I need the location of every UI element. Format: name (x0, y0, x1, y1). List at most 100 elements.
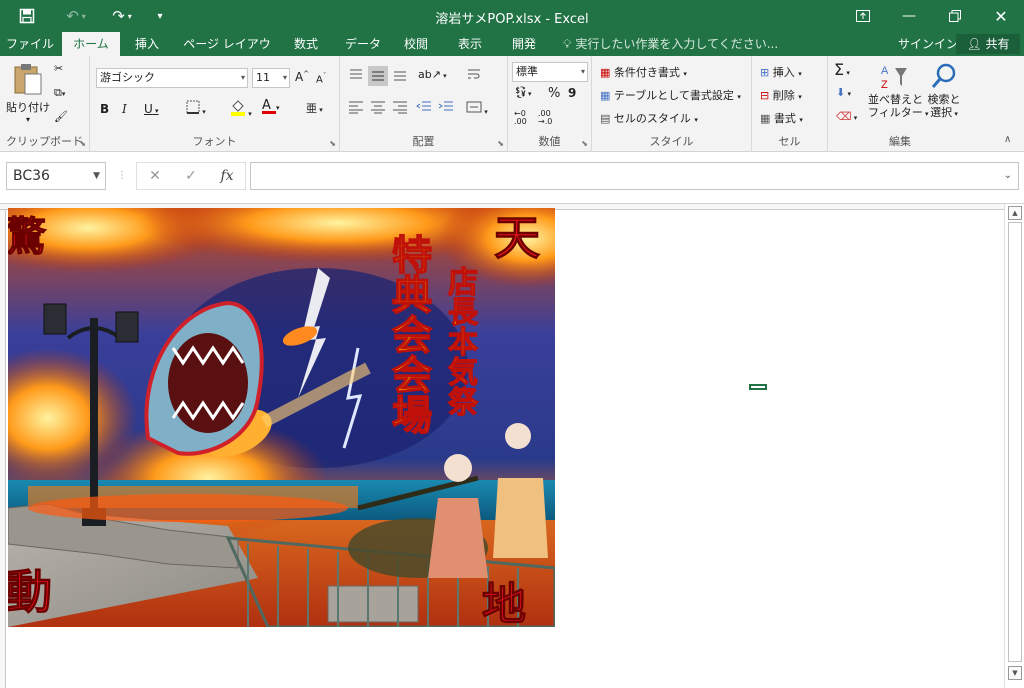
accounting-format-icon[interactable]: 💱︎▾ (514, 86, 531, 99)
insert-cells-button[interactable]: ⊞ 挿入 ▾ (760, 64, 802, 80)
enter-icon[interactable]: ✓ (176, 162, 206, 190)
percent-style-button[interactable]: % (548, 86, 560, 101)
group-label-editing: 編集 (889, 135, 911, 148)
italic-button[interactable]: I (122, 102, 127, 116)
borders-icon[interactable]: ▾ (186, 100, 206, 117)
active-cell-cursor (749, 384, 767, 390)
font-color-icon[interactable]: A (262, 98, 276, 114)
close-icon[interactable]: ✕ (978, 0, 1024, 32)
underline-button[interactable]: U ▾ (144, 102, 159, 116)
grow-font-button[interactable]: A^ (295, 70, 309, 84)
signin-link[interactable]: サインイン (898, 32, 958, 56)
bold-button[interactable]: B (100, 102, 109, 116)
svg-text:A: A (881, 65, 889, 77)
delete-cells-button[interactable]: ⊟ 削除 ▾ (760, 87, 802, 103)
group-editing: Σ ▾ ⬇ ▾ ⌫ ▾ AZ 並べ替えと フィルター ▾ 検索と 選択 ▾ 編集 (828, 56, 972, 152)
orientation-icon[interactable]: ab↗ ▾ (418, 68, 447, 81)
insert-function-button[interactable]: fx (212, 162, 242, 190)
font-color-dropdown-icon[interactable]: ▾ (276, 104, 280, 112)
scroll-thumb[interactable] (1008, 222, 1022, 662)
merge-center-icon[interactable]: ▾ (466, 100, 488, 117)
format-cells-button[interactable]: ▦ 書式 ▾ (760, 110, 803, 126)
svg-text:Z: Z (881, 79, 888, 90)
group-label-number: 数値 (538, 135, 561, 148)
save-icon[interactable] (14, 6, 40, 26)
clipboard-launcher-icon[interactable]: ⬊ (79, 139, 86, 148)
number-format-value: 標準 (516, 65, 538, 78)
tab-file[interactable]: ファイル (2, 32, 58, 56)
shrink-font-button[interactable]: Aˇ (316, 72, 326, 85)
tab-formulas[interactable]: 数式 (284, 32, 328, 56)
tab-developer[interactable]: 開発 (502, 32, 546, 56)
formula-bar-grip-icon: ⋮ (117, 170, 127, 181)
format-painter-icon[interactable]: 🖌︎ (54, 110, 68, 123)
cut-icon[interactable]: ✂ (54, 62, 63, 75)
align-center-icon[interactable] (370, 100, 386, 117)
copy-icon[interactable]: ⧉▾ (54, 86, 65, 100)
font-size-combo[interactable]: 11 ▾ (252, 68, 290, 88)
decrease-decimal-icon[interactable]: .00 →.0 (538, 110, 552, 126)
poster-corner-top-right: 天 (494, 211, 541, 266)
comma-style-button[interactable]: 9 (568, 86, 576, 100)
autosum-icon[interactable]: Σ ▾ (834, 60, 850, 79)
redo-icon[interactable]: ↷ ▾ (104, 6, 140, 26)
group-font: 游ゴシック ▾ 11 ▾ A^ Aˇ B I U ▾ ▾ ▾ A ▾ 亜 ▾ フォン… (90, 56, 340, 152)
align-right-icon[interactable] (392, 100, 408, 117)
decrease-indent-icon[interactable] (416, 100, 432, 117)
font-name-combo[interactable]: 游ゴシック ▾ (96, 68, 248, 88)
tab-data[interactable]: データ (336, 32, 390, 56)
clear-icon[interactable]: ⌫ ▾ (836, 110, 857, 123)
tab-page-layout[interactable]: ページ レイアウト (178, 32, 276, 75)
worksheet[interactable]: 驚 天 動 地 特典会会場 店長本気祭 ▲ ▼ (0, 204, 1024, 688)
scroll-up-icon[interactable]: ▲ (1008, 206, 1022, 220)
tell-me-box[interactable]: 💡︎ 実行したい作業を入力してください... (563, 32, 778, 56)
vertical-scrollbar[interactable]: ▲ ▼ (1004, 204, 1024, 688)
ribbon-display-options-icon[interactable] (840, 0, 886, 32)
increase-decimal-icon[interactable]: ←0.00 (514, 110, 527, 126)
align-top-icon[interactable] (348, 68, 364, 85)
conditional-formatting-button[interactable]: ▦ 条件付き書式 ▾ (600, 64, 687, 80)
cancel-icon[interactable]: ✕ (140, 162, 170, 190)
restore-icon[interactable] (932, 0, 978, 32)
align-bottom-icon[interactable] (392, 68, 408, 85)
formula-bar: BC36 ▼ ⋮ ✕ ✓ fx ⌄ (0, 152, 1024, 204)
group-cells: ⊞ 挿入 ▾ ⊟ 削除 ▾ ▦ 書式 ▾ セル (752, 56, 828, 152)
font-name-value: 游ゴシック (100, 71, 155, 84)
wrap-text-icon[interactable] (466, 68, 482, 85)
find-select-button[interactable]: 検索と 選択 ▾ (924, 62, 964, 121)
undo-icon[interactable]: ↶ ▾ (58, 6, 94, 26)
number-format-combo[interactable]: 標準 ▾ (512, 62, 588, 82)
poster-image[interactable]: 驚 天 動 地 特典会会場 店長本気祭 (8, 208, 555, 627)
poster-corner-top-left: 驚 (8, 213, 47, 261)
align-middle-icon[interactable] (368, 66, 388, 86)
scroll-down-icon[interactable]: ▼ (1008, 666, 1022, 680)
minimize-icon[interactable]: — (886, 0, 932, 32)
collapse-ribbon-icon[interactable]: ∧ (1004, 134, 1011, 145)
fill-color-icon[interactable]: ▾ (230, 98, 252, 119)
customize-quick-access-icon[interactable]: ▾ (150, 6, 170, 26)
cell-styles-icon: ▤ (600, 112, 611, 125)
cell-styles-button[interactable]: ▤ セルのスタイル ▾ (600, 110, 698, 126)
tab-insert[interactable]: 挿入 (126, 32, 168, 56)
alignment-launcher-icon[interactable]: ⬊ (497, 139, 504, 148)
font-launcher-icon[interactable]: ⬊ (329, 139, 336, 148)
align-left-icon[interactable] (348, 100, 364, 117)
increase-indent-icon[interactable] (438, 100, 454, 117)
format-as-table-button[interactable]: ▦ テーブルとして書式設定 ▾ (600, 87, 741, 103)
sort-filter-button[interactable]: AZ 並べ替えと フィルター ▾ (868, 62, 929, 121)
paste-button[interactable]: 貼り付け ▾ (6, 62, 50, 126)
sort-filter-icon: AZ (881, 65, 907, 91)
number-launcher-icon[interactable]: ⬊ (581, 139, 588, 148)
fill-icon[interactable]: ⬇ ▾ (836, 86, 851, 99)
share-button[interactable]: 👤︎ 共有 (956, 34, 1020, 54)
tab-view[interactable]: 表示 (450, 32, 490, 56)
tab-home[interactable]: ホーム (62, 32, 120, 56)
group-label-cells: セル (778, 135, 801, 148)
name-box[interactable]: BC36 ▼ (6, 162, 106, 190)
phonetic-guide-icon[interactable]: 亜 ▾ (306, 100, 323, 116)
formula-input[interactable]: ⌄ (250, 162, 1019, 190)
expand-formula-bar-icon[interactable]: ⌄ (1004, 170, 1012, 181)
group-styles: ▦ 条件付き書式 ▾ ▦ テーブルとして書式設定 ▾ ▤ セルのスタイル ▾ ス… (592, 56, 752, 152)
tab-review[interactable]: 校閲 (396, 32, 436, 56)
group-label-clipboard: クリップボード (6, 135, 83, 148)
